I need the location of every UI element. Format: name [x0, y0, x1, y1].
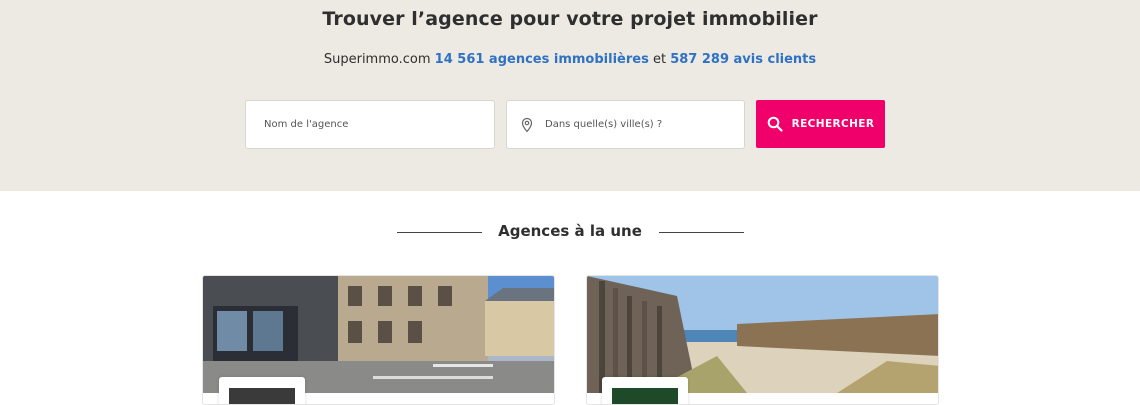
title-divider-right	[659, 232, 744, 233]
search-button-label: RECHERCHER	[791, 118, 875, 130]
city-input[interactable]: Dans quelle(s) ville(s) ?	[506, 100, 745, 149]
agency-logo-frame	[602, 377, 688, 404]
page-title: Trouver l’agence pour votre projet immob…	[322, 8, 818, 30]
search-icon	[767, 116, 783, 132]
site-name: Superimmo.com	[323, 52, 431, 67]
subtitle-connector: et	[652, 52, 667, 67]
agency-logo	[229, 388, 295, 404]
search-button[interactable]: RECHERCHER	[756, 100, 885, 148]
city-placeholder: Dans quelle(s) ville(s) ?	[545, 119, 663, 130]
hero-subtitle: Superimmo.com 14 561 agences immobilière…	[0, 52, 1140, 67]
section-title: Agences à la une	[498, 222, 642, 240]
street-building-photo	[203, 276, 554, 393]
featured-agency-card[interactable]	[586, 275, 939, 405]
review-count-link[interactable]: 587 289 avis clients	[670, 52, 816, 67]
agency-name-placeholder: Nom de l'agence	[264, 119, 349, 130]
agency-count-link[interactable]: 14 561 agences immobilières	[435, 52, 649, 67]
agency-logo-frame	[219, 377, 305, 404]
agency-logo	[612, 388, 678, 404]
location-pin-icon	[519, 117, 535, 133]
hero-section: Trouver l’agence pour votre projet immob…	[0, 0, 1140, 191]
beach-dune-photo	[587, 276, 938, 393]
featured-agency-card[interactable]	[202, 275, 555, 405]
agency-name-input[interactable]: Nom de l'agence	[245, 100, 495, 149]
